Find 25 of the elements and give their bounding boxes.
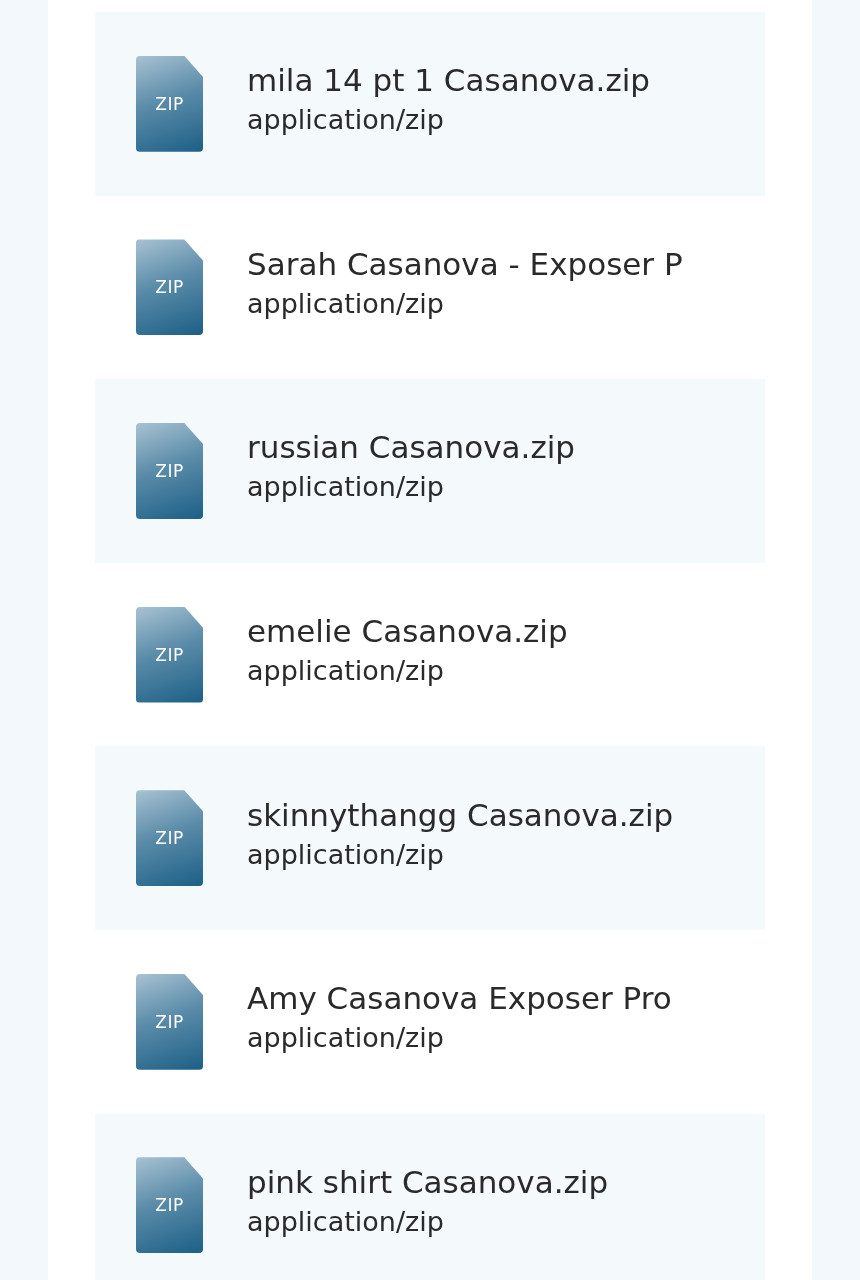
- file-row[interactable]: ZIP mila 14 pt 1 Casanova.zip application/zip: [95, 12, 765, 196]
- file-row[interactable]: ZIP russian Casanova.zip application/zip: [95, 379, 765, 563]
- zip-file-icon: ZIP: [136, 1157, 203, 1254]
- file-type: application/zip: [247, 838, 445, 870]
- file-name: russian Casanova.zip: [247, 429, 575, 466]
- file-type: application/zip: [247, 1205, 445, 1237]
- file-name: skinnythangg Casanova.zip: [247, 796, 674, 833]
- file-name: mila 14 pt 1 Casanova.zip: [247, 62, 650, 99]
- zip-file-icon: ZIP: [136, 606, 203, 703]
- file-type: application/zip: [247, 471, 445, 503]
- zip-file-icon: ZIP: [136, 973, 203, 1070]
- zip-file-icon: ZIP: [136, 790, 203, 887]
- file-name: emelie Casanova.zip: [247, 613, 568, 650]
- file-type: application/zip: [247, 104, 445, 136]
- file-type: application/zip: [247, 1022, 445, 1054]
- file-type: application/zip: [247, 287, 445, 319]
- zip-file-icon: ZIP: [136, 239, 203, 336]
- file-type: application/zip: [247, 655, 445, 687]
- file-name: Sarah Casanova - Exposer P: [247, 245, 683, 282]
- file-name: pink shirt Casanova.zip: [247, 1163, 609, 1200]
- file-row[interactable]: ZIP skinnythangg Casanova.zip application/zip: [95, 746, 765, 930]
- file-name: Amy Casanova Exposer Pro: [247, 980, 672, 1017]
- file-row[interactable]: ZIP pink shirt Casanova.zip application/zip: [95, 1113, 765, 1280]
- zip-file-icon: ZIP: [136, 55, 203, 152]
- zip-file-icon: ZIP: [136, 423, 203, 519]
